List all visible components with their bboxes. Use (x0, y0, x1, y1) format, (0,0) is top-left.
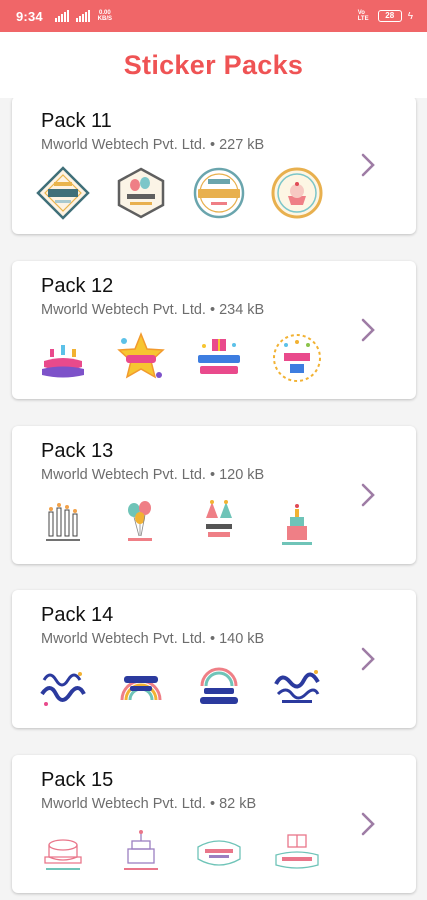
sticker-thumbnail (36, 496, 90, 550)
sticker-pack-card[interactable]: Pack 12 Mworld Webtech Pvt. Ltd. • 234 k… (12, 261, 416, 399)
sticker-pack-card[interactable]: Pack 13 Mworld Webtech Pvt. Ltd. • 120 k… (12, 426, 416, 564)
pack-meta: Mworld Webtech Pvt. Ltd. • 140 kB (41, 631, 265, 647)
sticker-thumbnail (192, 331, 246, 385)
pack-meta: Mworld Webtech Pvt. Ltd. • 227 kB (41, 137, 265, 153)
app-header: Sticker Packs (0, 32, 427, 98)
sticker-previews (36, 660, 324, 714)
sticker-previews (36, 166, 324, 220)
sticker-previews (36, 825, 324, 879)
pack-name: Pack 15 (41, 769, 114, 791)
pack-meta: Mworld Webtech Pvt. Ltd. • 120 kB (41, 467, 265, 483)
sticker-thumbnail (114, 331, 168, 385)
pack-name: Pack 11 (41, 110, 112, 132)
sticker-thumbnail (192, 496, 246, 550)
sticker-thumbnail (192, 660, 246, 714)
sticker-thumbnail (114, 825, 168, 879)
pack-name: Pack 12 (41, 275, 114, 297)
pack-meta: Mworld Webtech Pvt. Ltd. • 234 kB (41, 302, 265, 318)
network-speed: 0.00 KB/S (97, 10, 112, 22)
signal-strength-icon (54, 10, 69, 22)
sticker-thumbnail (36, 331, 90, 385)
sticker-pack-card[interactable]: Pack 15 Mworld Webtech Pvt. Ltd. • 82 kB (12, 755, 416, 893)
sticker-pack-card[interactable]: Pack 11 Mworld Webtech Pvt. Ltd. • 227 k… (12, 98, 416, 234)
battery-level: 28 (385, 11, 395, 20)
sticker-thumbnail (114, 496, 168, 550)
sticker-pack-card[interactable]: Pack 14 Mworld Webtech Pvt. Ltd. • 140 k… (12, 590, 416, 728)
signal-strength-icon (75, 10, 90, 22)
charging-icon: ϟ (407, 10, 413, 22)
page-title: Sticker Packs (123, 49, 304, 80)
sticker-thumbnail (270, 825, 324, 879)
battery-icon: 28 (377, 10, 402, 22)
chevron-right-icon[interactable] (360, 482, 376, 508)
pack-name: Pack 14 (41, 604, 114, 626)
sticker-thumbnail (36, 825, 90, 879)
sticker-thumbnail (114, 660, 168, 714)
chevron-right-icon[interactable] (360, 317, 376, 343)
sticker-thumbnail (270, 166, 324, 220)
chevron-right-icon[interactable] (360, 646, 376, 672)
sticker-pack-list[interactable]: Pack 11 Mworld Webtech Pvt. Ltd. • 227 k… (0, 98, 427, 900)
sticker-thumbnail (192, 166, 246, 220)
sticker-thumbnail (270, 496, 324, 550)
sticker-thumbnail (36, 166, 90, 220)
chevron-right-icon[interactable] (360, 811, 376, 837)
chevron-right-icon[interactable] (360, 152, 376, 178)
sticker-thumbnail (270, 660, 324, 714)
sticker-thumbnail (270, 331, 324, 385)
sticker-thumbnail (36, 660, 90, 714)
sticker-previews (36, 331, 324, 385)
status-time: 9:34 (16, 8, 43, 24)
sticker-previews (36, 496, 324, 550)
pack-meta: Mworld Webtech Pvt. Ltd. • 82 kB (41, 796, 257, 812)
pack-name: Pack 13 (41, 440, 114, 462)
sticker-thumbnail (114, 166, 168, 220)
volte-indicator: Vo LTE (357, 10, 369, 22)
sticker-thumbnail (192, 825, 246, 879)
status-bar: 9:34 0.00 KB/S Vo LTE 28 ϟ (0, 0, 427, 32)
